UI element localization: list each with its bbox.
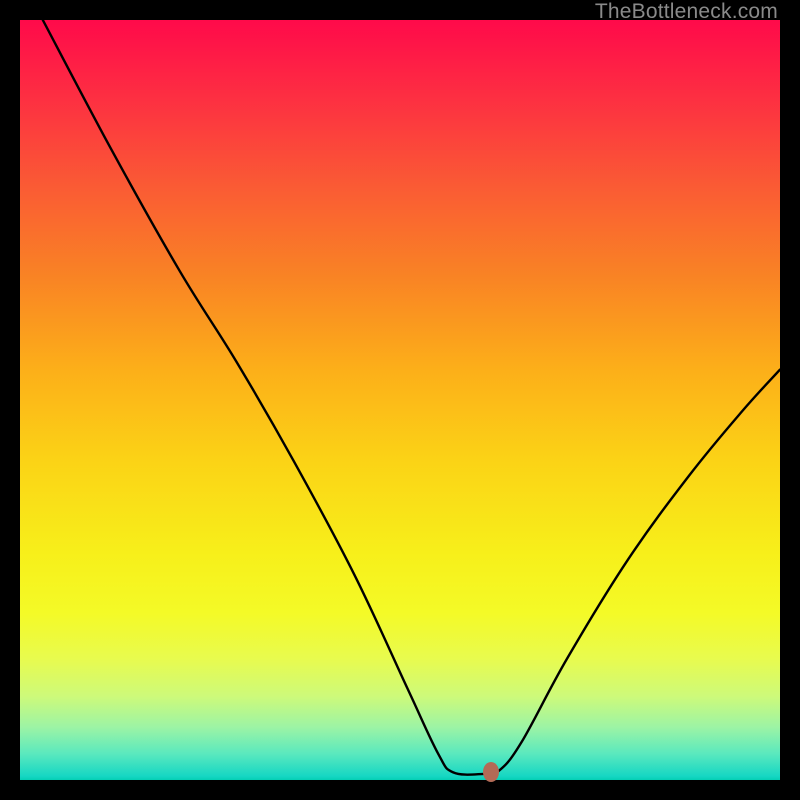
optimal-point-marker (483, 762, 499, 782)
chart-frame: TheBottleneck.com (0, 0, 800, 800)
bottleneck-curve (20, 20, 780, 780)
chart-plot-area (20, 20, 780, 780)
